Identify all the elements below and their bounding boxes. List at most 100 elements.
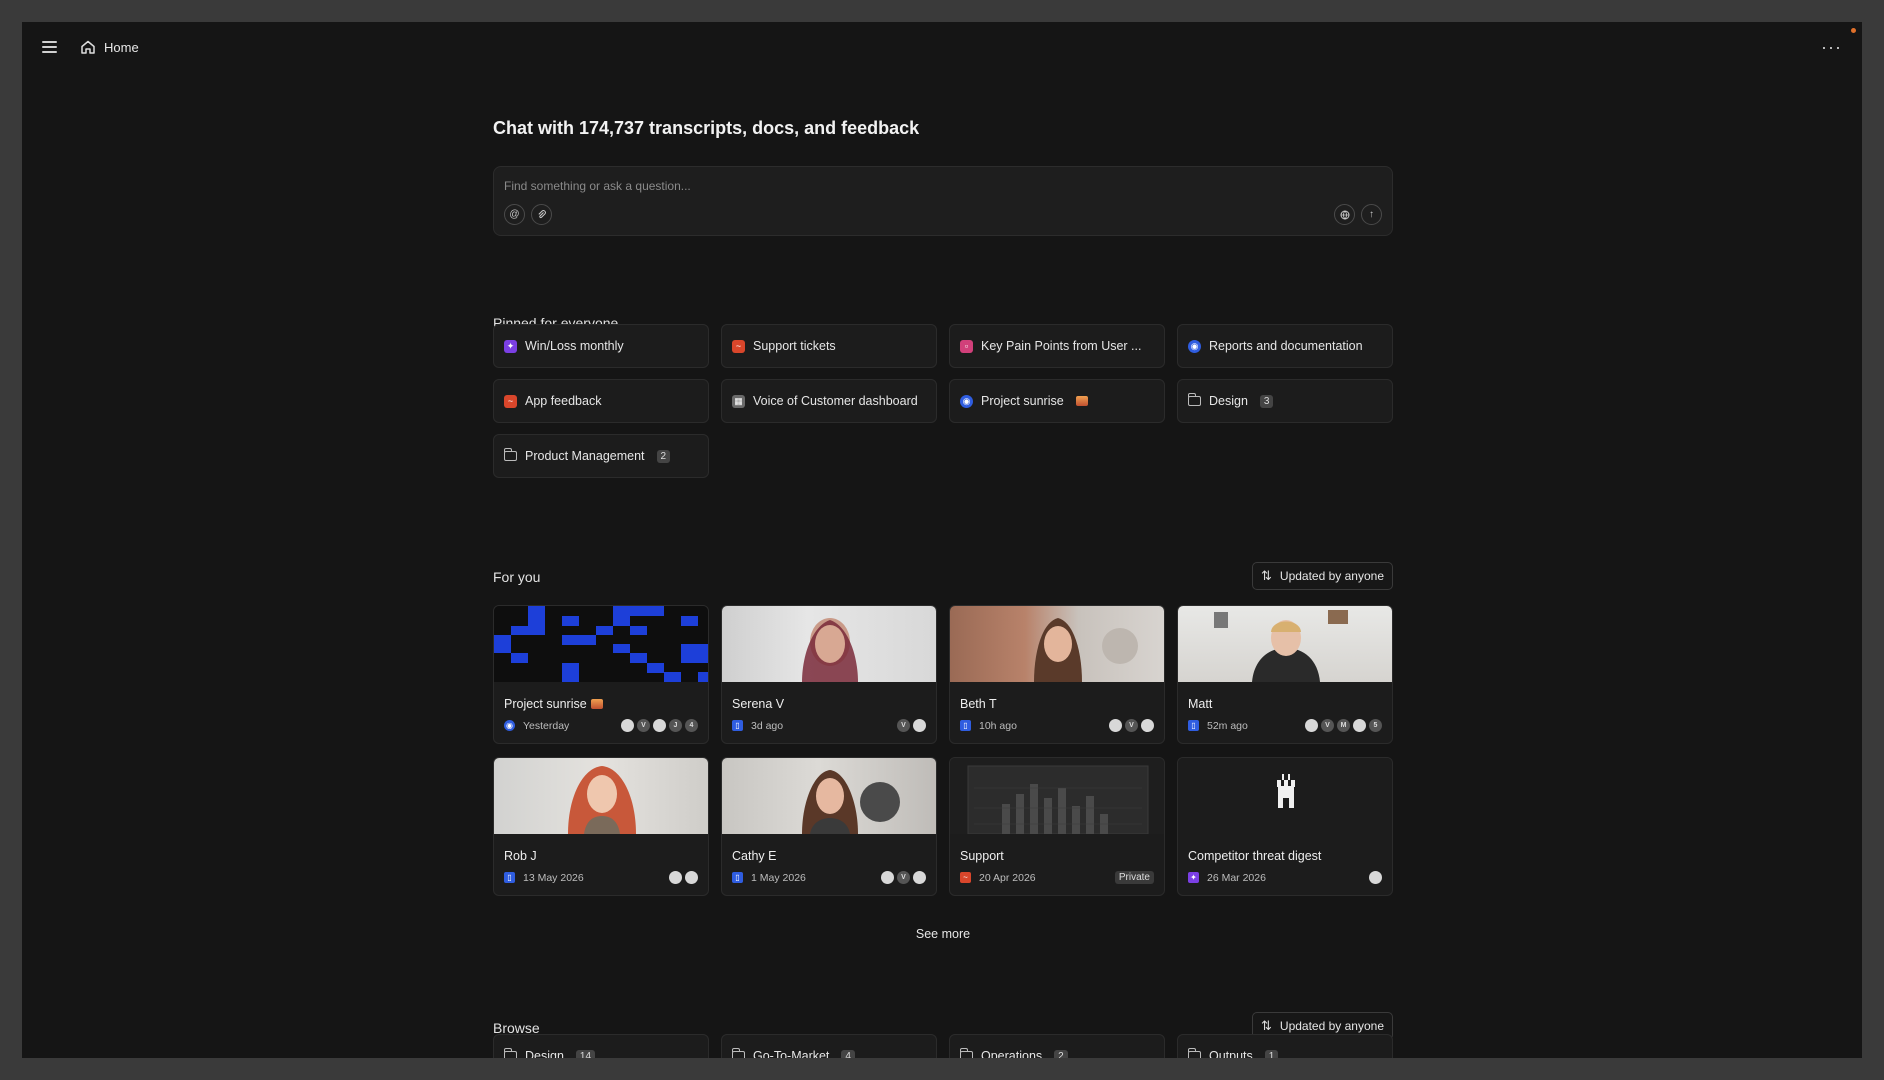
- card-meta: ▯ 1 May 2026 V: [732, 871, 926, 884]
- dashboard-icon: ▦: [732, 394, 745, 408]
- globe-icon[interactable]: [1334, 204, 1355, 225]
- browse-folder-operations[interactable]: Operations 2: [949, 1034, 1165, 1058]
- card-beth-t[interactable]: Beth T ▯ 10h ago V: [949, 605, 1165, 744]
- mention-icon[interactable]: @: [504, 204, 525, 225]
- target-icon: ◉: [504, 720, 515, 731]
- avatar: V: [1125, 719, 1138, 732]
- for-you-sort-button[interactable]: ⇅ Updated by anyone: [1252, 562, 1393, 590]
- transcript-doc-icon: ▯: [732, 872, 743, 883]
- card-rob-j[interactable]: Rob J ▯ 13 May 2026: [493, 757, 709, 896]
- card-competitor-threat-digest[interactable]: Competitor threat digest ✦ 26 Mar 2026: [1177, 757, 1393, 896]
- see-more-button[interactable]: See more: [493, 927, 1393, 941]
- private-badge: Private: [1114, 871, 1154, 884]
- count-badge: 3: [1259, 394, 1274, 408]
- count-badge: 4: [841, 1049, 855, 1058]
- folder-label: Operations: [981, 1049, 1043, 1058]
- avatar: V: [1321, 719, 1334, 732]
- pinned-item-project-sunrise[interactable]: ◉ Project sunrise: [949, 379, 1165, 423]
- pinned-item-product-management[interactable]: Product Management 2: [493, 434, 709, 478]
- card-meta: ▯ 10h ago V: [960, 719, 1154, 732]
- card-time: 1 May 2026: [751, 871, 806, 884]
- send-arrow-icon[interactable]: ↑: [1361, 204, 1382, 225]
- card-project-sunrise[interactable]: Project sunrise ◉ Yesterday V J 4: [493, 605, 709, 744]
- avatar-stack: [1369, 871, 1382, 884]
- avatar-stack: V M 5: [1305, 719, 1382, 732]
- search-input[interactable]: [504, 179, 1204, 193]
- browse-folder-design[interactable]: Design 14: [493, 1034, 709, 1058]
- sort-label: Updated by anyone: [1279, 1019, 1384, 1033]
- pinned-item-app-feedback[interactable]: ~ App feedback: [493, 379, 709, 423]
- pinned-item-label: Design: [1209, 394, 1248, 408]
- count-badge: 2: [656, 449, 671, 463]
- avatar: [913, 719, 926, 732]
- avatar: [1305, 719, 1318, 732]
- pinned-item-design[interactable]: Design 3: [1177, 379, 1393, 423]
- avatar: M: [1337, 719, 1350, 732]
- card-meta: ▯ 52m ago V M 5: [1188, 719, 1382, 732]
- person-silhouette-icon: [1214, 610, 1348, 682]
- avatar: V: [897, 871, 910, 884]
- card-meta: ✦ 26 Mar 2026: [1188, 871, 1382, 884]
- video-thumbnail: [1178, 606, 1392, 682]
- card-title: Beth T: [960, 697, 997, 711]
- avatar: [1141, 719, 1154, 732]
- attach-icon[interactable]: [531, 204, 552, 225]
- card-time: 20 Apr 2026: [979, 871, 1036, 884]
- card-title: Rob J: [504, 849, 537, 863]
- transcript-doc-icon: ▯: [504, 872, 515, 883]
- card-matt[interactable]: Matt ▯ 52m ago V M 5: [1177, 605, 1393, 744]
- pinned-item-win-loss[interactable]: ✦ Win/Loss monthly: [493, 324, 709, 368]
- folder-icon: [732, 1048, 745, 1058]
- card-serena-v[interactable]: Serena V ▯ 3d ago V: [721, 605, 937, 744]
- card-time: 52m ago: [1207, 719, 1248, 732]
- notification-dot: [1851, 28, 1856, 33]
- avatar: [669, 871, 682, 884]
- person-silhouette-icon: [568, 766, 636, 834]
- castle-icon: [1277, 774, 1295, 808]
- person-silhouette-icon: [802, 770, 900, 834]
- home-label: Home: [104, 39, 139, 55]
- avatar: [1109, 719, 1122, 732]
- card-title: Cathy E: [732, 849, 777, 863]
- ask-tools-left: @: [504, 204, 552, 225]
- sort-icon: ⇅: [1261, 1018, 1272, 1033]
- pinned-item-key-pain-points[interactable]: ▫ Key Pain Points from User ...: [949, 324, 1165, 368]
- card-time: 26 Mar 2026: [1207, 871, 1266, 884]
- pinned-item-support-tickets[interactable]: ~ Support tickets: [721, 324, 937, 368]
- video-thumbnail: [722, 606, 936, 682]
- folder-icon: [504, 448, 517, 461]
- card-support[interactable]: Support ~ 20 Apr 2026 Private: [949, 757, 1165, 896]
- for-you-section-title: For you: [493, 569, 541, 585]
- paperclip-icon: [537, 209, 546, 218]
- pinned-item-label: App feedback: [525, 394, 602, 408]
- avatar: V: [897, 719, 910, 732]
- transcript-doc-icon: ▯: [732, 720, 743, 731]
- card-cathy-e[interactable]: Cathy E ▯ 1 May 2026 V: [721, 757, 937, 896]
- card-title: Serena V: [732, 697, 785, 711]
- avatar-stack: [669, 871, 698, 884]
- pinned-item-label: Product Management: [525, 449, 645, 463]
- chart-icon: ~: [504, 394, 517, 408]
- home-breadcrumb[interactable]: Home: [80, 39, 139, 55]
- avatar: [881, 871, 894, 884]
- hamburger-menu-icon[interactable]: [42, 37, 62, 57]
- pinned-item-reports[interactable]: ◉ Reports and documentation: [1177, 324, 1393, 368]
- folder-label: Go-To-Market: [753, 1049, 830, 1058]
- pinned-item-voc-dashboard[interactable]: ▦ Voice of Customer dashboard: [721, 379, 937, 423]
- browse-folder-outputs[interactable]: Outputs 1: [1177, 1034, 1393, 1058]
- pinned-item-label: Win/Loss monthly: [525, 339, 624, 353]
- count-badge: 2: [1054, 1049, 1068, 1058]
- card-title: Matt: [1188, 697, 1213, 711]
- card-meta: ▯ 3d ago V: [732, 719, 926, 732]
- pinned-grid: ✦ Win/Loss monthly ~ Support tickets ▫ K…: [493, 324, 1393, 478]
- avatar: [913, 871, 926, 884]
- avatar: [1369, 871, 1382, 884]
- more-options-icon[interactable]: ···: [1821, 37, 1842, 58]
- target-icon: ◉: [1188, 339, 1201, 353]
- avatar-stack: V J 4: [621, 719, 698, 732]
- sort-icon: ⇅: [1261, 568, 1272, 583]
- browse-folder-go-to-market[interactable]: Go-To-Market 4: [721, 1034, 937, 1058]
- person-silhouette-icon: [1034, 618, 1138, 682]
- app-window: Home ··· Chat with 174,737 transcripts, …: [22, 22, 1862, 1058]
- pixel-pattern-icon: [494, 606, 708, 682]
